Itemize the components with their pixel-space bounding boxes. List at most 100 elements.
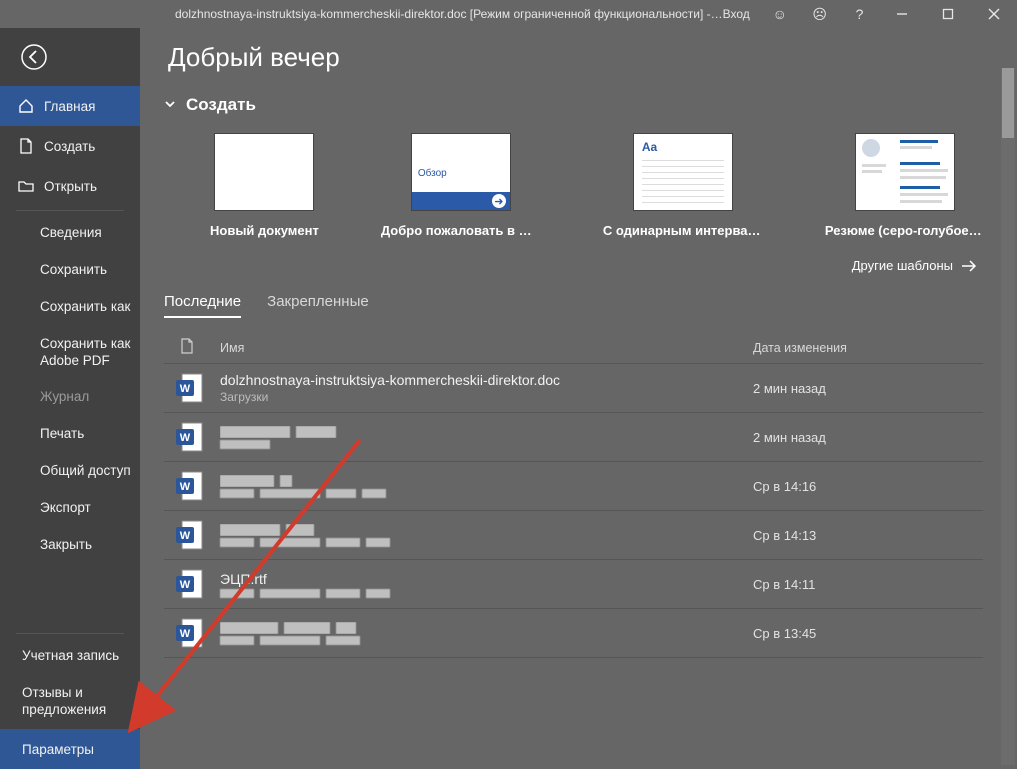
template-resume[interactable]: Резюме (серо-голубое о… (825, 133, 985, 238)
frown-icon[interactable]: ☹ (800, 6, 840, 23)
main-pane: Добрый вечер Создать Новый документ Обзо… (140, 28, 1017, 769)
tab-pinned[interactable]: Закрепленные (267, 293, 369, 318)
sidebar: Главная Создать Открыть Сведения Сохрани… (0, 28, 140, 769)
doc-name (220, 426, 753, 438)
sidebar-item-label: Открыть (44, 179, 97, 194)
template-welcome[interactable]: Обзор ➜ Добро пожаловать в Word (381, 133, 541, 238)
svg-text:W: W (180, 628, 191, 640)
doc-location (220, 538, 753, 547)
sidebar-item-info[interactable]: Сведения (0, 215, 140, 252)
svg-text:W: W (180, 383, 191, 395)
doc-date: Ср в 14:11 (753, 577, 983, 592)
templates-row: Новый документ Обзор ➜ Добро пожаловать … (210, 133, 983, 238)
doc-date: 2 мин назад (753, 381, 983, 396)
sidebar-item-label: Создать (44, 139, 95, 154)
word-file-icon: W (174, 617, 220, 649)
sidebar-item-label: Главная (44, 99, 95, 114)
sidebar-item-print[interactable]: Печать (0, 416, 140, 453)
chevron-down-icon (164, 95, 176, 115)
doc-location (220, 589, 753, 598)
scrollbar-thumb[interactable] (1002, 68, 1014, 138)
docs-header: Имя Дата изменения (164, 332, 983, 363)
doc-date: Ср в 14:16 (753, 479, 983, 494)
sidebar-item-label: Параметры (22, 742, 94, 757)
word-file-icon: W (174, 568, 220, 600)
sidebar-item-options[interactable]: Параметры (0, 729, 140, 769)
template-thumb: Aa (633, 133, 733, 211)
create-section-label: Создать (186, 95, 256, 115)
doc-name (220, 524, 753, 536)
word-file-icon: W (174, 372, 220, 404)
title-bar: dolzhnostnaya-instruktsiya-kommercheskii… (0, 0, 1017, 28)
window-title: dolzhnostnaya-instruktsiya-kommercheskii… (175, 7, 723, 21)
divider (16, 210, 124, 211)
template-thumb (214, 133, 314, 211)
minimize-button[interactable] (879, 0, 925, 28)
doc-row[interactable]: W Ср в 14:13 (164, 510, 983, 559)
close-button[interactable] (971, 0, 1017, 28)
back-button[interactable] (0, 28, 140, 86)
sidebar-item-journal[interactable]: Журнал (0, 379, 140, 416)
doc-name (220, 622, 753, 634)
sign-in-link[interactable]: Вход (723, 7, 750, 21)
new-doc-icon (18, 138, 34, 154)
doc-row[interactable]: W dolzhnostnaya-instruktsiya-kommerchesk… (164, 363, 983, 412)
doc-icon (180, 338, 220, 357)
doc-name: ЭЦП.rtf (220, 571, 753, 587)
doc-name: dolzhnostnaya-instruktsiya-kommercheskii… (220, 372, 753, 388)
col-date[interactable]: Дата изменения (753, 341, 983, 355)
doc-row[interactable]: W 2 мин назад (164, 412, 983, 461)
word-file-icon: W (174, 470, 220, 502)
maximize-button[interactable] (925, 0, 971, 28)
page-title: Добрый вечер (168, 42, 983, 73)
sidebar-item-close[interactable]: Закрыть (0, 527, 140, 564)
template-blank[interactable]: Новый документ (210, 133, 319, 238)
more-templates-link[interactable]: Другие шаблоны (164, 258, 983, 273)
svg-text:W: W (180, 530, 191, 542)
divider (16, 633, 124, 634)
tab-recent[interactable]: Последние (164, 293, 241, 318)
open-folder-icon (18, 178, 34, 194)
sidebar-item-account[interactable]: Учетная запись (0, 638, 140, 675)
smile-icon[interactable]: ☺ (760, 6, 800, 22)
doc-name (220, 475, 753, 487)
sidebar-item-open[interactable]: Открыть (0, 166, 140, 206)
doc-location (220, 489, 753, 498)
doc-row[interactable]: W Ср в 13:45 (164, 608, 983, 658)
svg-text:W: W (180, 432, 191, 444)
doc-date: 2 мин назад (753, 430, 983, 445)
template-label: Добро пожаловать в Word (381, 223, 541, 238)
home-icon (18, 98, 34, 114)
sidebar-item-save-as[interactable]: Сохранить как (0, 289, 140, 326)
template-label: Новый документ (210, 223, 319, 238)
svg-text:W: W (180, 481, 191, 493)
template-label: С одинарным интервало… (603, 223, 763, 238)
doc-row[interactable]: W ЭЦП.rtf Ср в 14:11 (164, 559, 983, 608)
sidebar-item-save-pdf[interactable]: Сохранить как Adobe PDF (0, 326, 140, 380)
arrow-right-icon (961, 260, 977, 272)
doc-row[interactable]: W Ср в 14:16 (164, 461, 983, 510)
help-icon[interactable]: ? (840, 6, 880, 22)
word-file-icon: W (174, 519, 220, 551)
sidebar-item-export[interactable]: Экспорт (0, 490, 140, 527)
scrollbar[interactable] (1001, 68, 1015, 765)
doc-date: Ср в 14:13 (753, 528, 983, 543)
word-file-icon: W (174, 421, 220, 453)
template-single-spaced[interactable]: Aa С одинарным интервало… (603, 133, 763, 238)
template-label: Резюме (серо-голубое о… (825, 223, 985, 238)
sidebar-item-home[interactable]: Главная (0, 86, 140, 126)
col-name[interactable]: Имя (220, 341, 753, 355)
doc-location: Загрузки (220, 390, 753, 404)
doc-date: Ср в 13:45 (753, 626, 983, 641)
sidebar-item-save[interactable]: Сохранить (0, 252, 140, 289)
template-thumb: Обзор ➜ (411, 133, 511, 211)
doc-location (220, 636, 753, 645)
svg-text:W: W (180, 579, 191, 591)
sidebar-item-share[interactable]: Общий доступ (0, 453, 140, 490)
template-thumb (855, 133, 955, 211)
recent-tabs: Последние Закрепленные (164, 293, 983, 318)
create-section-toggle[interactable]: Создать (164, 95, 983, 115)
sidebar-item-new[interactable]: Создать (0, 126, 140, 166)
doc-location (220, 440, 753, 449)
sidebar-item-feedback[interactable]: Отзывы и предложения (0, 675, 140, 729)
